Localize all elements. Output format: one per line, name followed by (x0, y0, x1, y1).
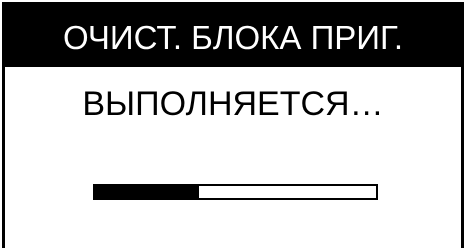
title-bar: ОЧИСТ. БЛОКА ПРИГ. (5, 5, 461, 67)
screen-title: ОЧИСТ. БЛОКА ПРИГ. (62, 19, 404, 56)
display-screen: ОЧИСТ. БЛОКА ПРИГ. ВЫПОЛНЯЕТСЯ… (2, 2, 464, 248)
progress-bar-fill (95, 186, 199, 198)
progress-bar (93, 184, 378, 200)
status-message: ВЫПОЛНЯЕТСЯ… (82, 85, 384, 123)
